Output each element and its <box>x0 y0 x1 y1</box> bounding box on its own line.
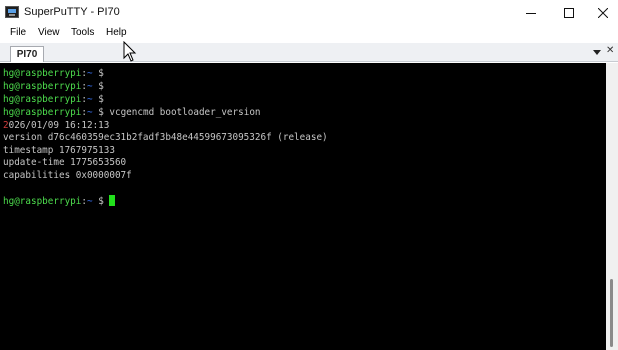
terminal-line: hg@raspberrypi:~ $ <box>3 81 110 92</box>
scrollbar-thumb[interactable] <box>610 279 613 347</box>
close-button[interactable] <box>586 0 618 26</box>
terminal-view[interactable]: hg@raspberrypi:~ $ hg@raspberrypi:~ $ hg… <box>0 63 606 350</box>
maximize-icon <box>564 8 574 18</box>
menu-view[interactable]: View <box>38 27 60 38</box>
terminal-line: update-time 1775653560 <box>3 157 127 168</box>
terminal-line: capabilities 0x0000007f <box>3 170 132 181</box>
chevron-down-icon[interactable] <box>592 47 602 57</box>
window-title: SuperPuTTY - PI70 <box>24 6 120 18</box>
tab-close-icon[interactable]: ✕ <box>606 46 614 56</box>
terminal-line: 2026/01/09 16:12:13 <box>3 120 110 131</box>
menu-help[interactable]: Help <box>106 27 127 38</box>
terminal-line: hg@raspberrypi:~ $ vcgencmd bootloader_v… <box>3 107 261 118</box>
menu-file[interactable]: File <box>10 27 26 38</box>
menu-bar: File View Tools Help <box>0 26 618 43</box>
terminal-line: hg@raspberrypi:~ $ <box>3 68 110 79</box>
minimize-icon <box>526 13 536 14</box>
title-bar[interactable]: SuperPuTTY - PI70 <box>0 0 618 26</box>
terminal-line: hg@raspberrypi:~ $ <box>3 94 110 105</box>
tab-strip: PI70 <box>0 43 618 62</box>
mouse-pointer-icon <box>123 41 137 62</box>
scrollbar[interactable] <box>606 63 618 350</box>
minimize-button[interactable] <box>514 0 548 26</box>
terminal-line: version d76c460359ec31b2fadf3b48e4459967… <box>3 132 328 143</box>
terminal-line: timestamp 1767975133 <box>3 145 115 156</box>
tab-pi70[interactable]: PI70 <box>10 46 44 62</box>
menu-tools[interactable]: Tools <box>71 27 94 38</box>
terminal-line: hg@raspberrypi:~ $ <box>3 195 116 208</box>
putty-computer-icon <box>5 6 19 18</box>
maximize-button[interactable] <box>552 0 586 26</box>
terminal-cursor <box>109 195 116 206</box>
close-icon <box>598 8 608 18</box>
